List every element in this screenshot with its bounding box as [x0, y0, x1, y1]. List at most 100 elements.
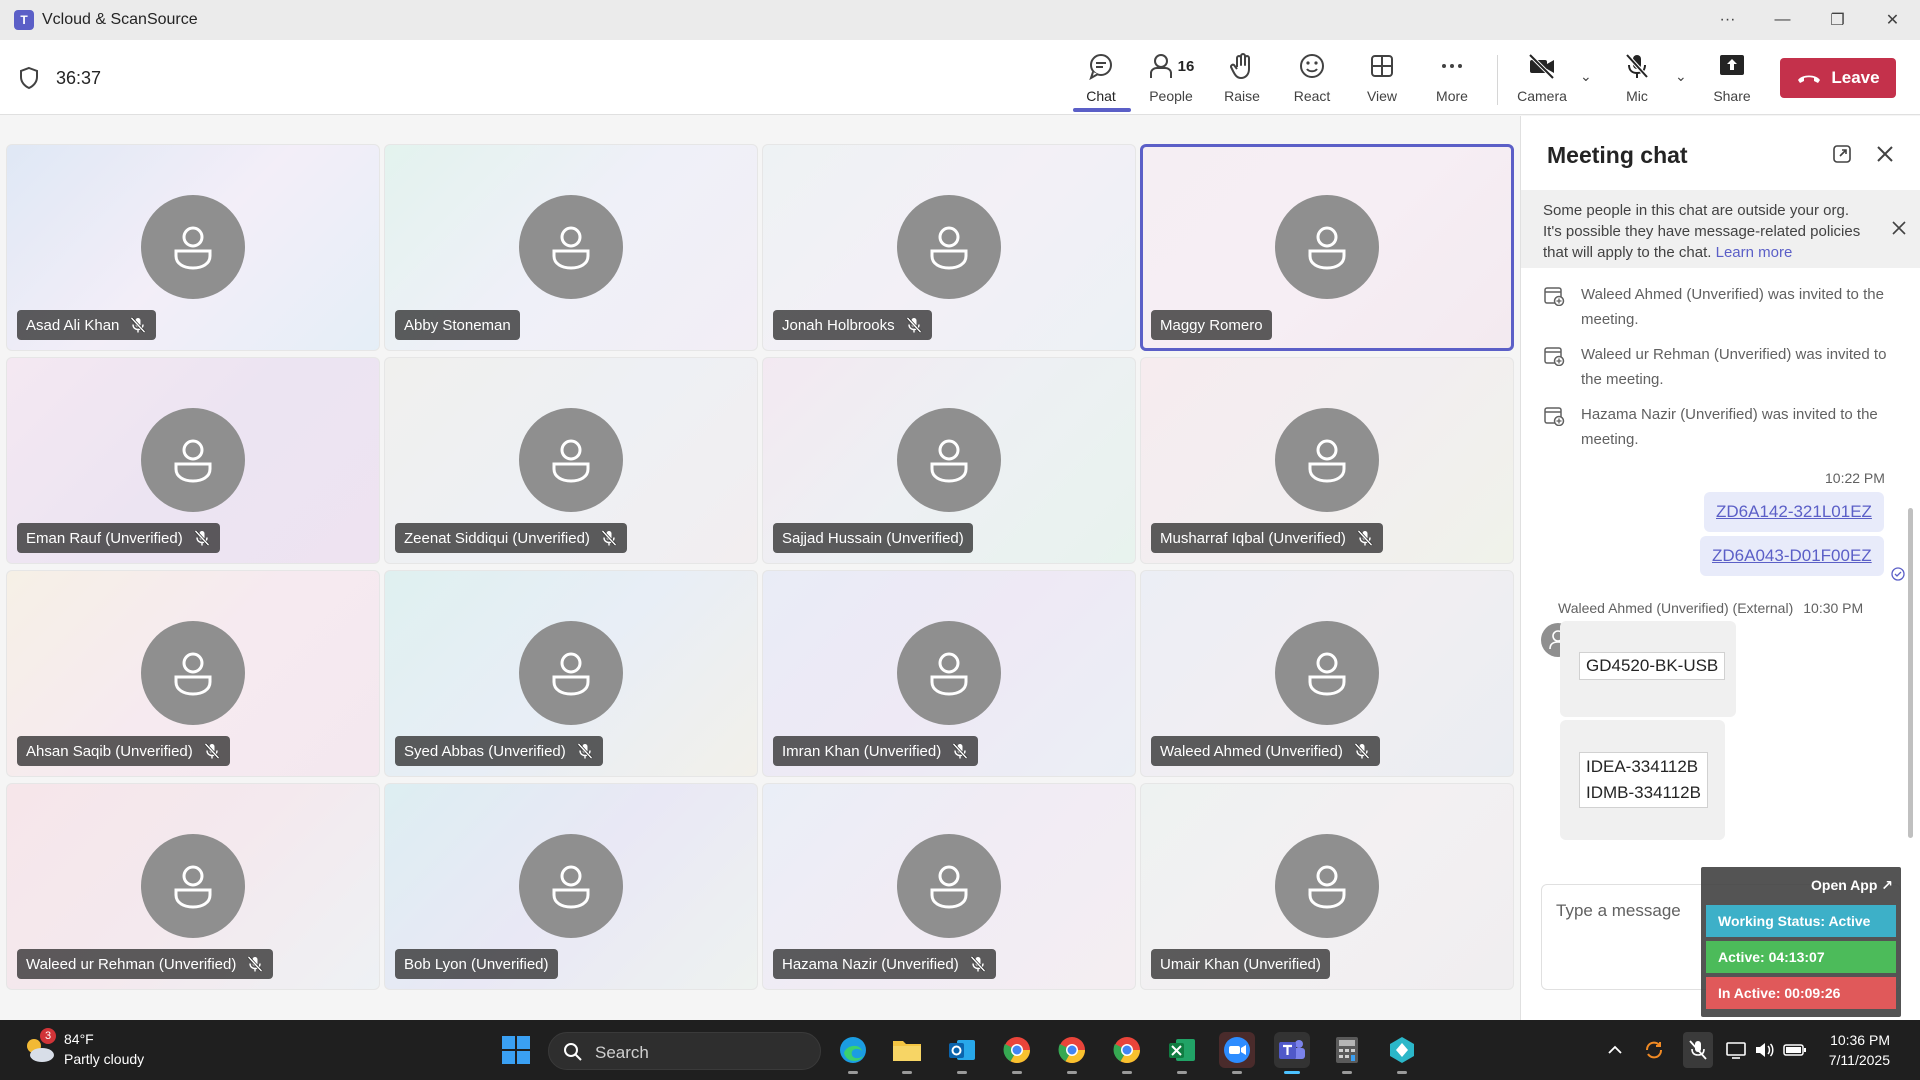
participant-tile[interactable]: Sajjad Hussain (Unverified)	[762, 357, 1136, 564]
chrome-app-2[interactable]	[1054, 1032, 1090, 1074]
avatar	[897, 195, 1001, 299]
camera-button[interactable]: Camera	[1510, 50, 1574, 110]
calendar-invite-icon	[1544, 407, 1565, 426]
my-message[interactable]: ZD6A142-321L01EZ	[1704, 492, 1884, 532]
working-status-row: Working Status: Active	[1706, 905, 1896, 937]
message-text: GD4520-BK-USB	[1579, 652, 1726, 680]
edge-icon	[840, 1037, 866, 1063]
person-icon	[552, 652, 590, 696]
participant-name-tag: Jonah Holbrooks	[773, 310, 932, 340]
participant-name: Jonah Holbrooks	[782, 316, 895, 334]
title-bar: T Vcloud & ScanSource ··· — ❐ ✕	[0, 0, 1920, 40]
taskbar-search[interactable]: Search	[548, 1032, 821, 1070]
system-message: Hazama Nazir (Unverified) was invited to…	[1543, 402, 1903, 452]
chrome-app-3[interactable]	[1109, 1032, 1145, 1074]
participant-name: Maggy Romero	[1160, 316, 1263, 334]
mic-label: Mic	[1626, 88, 1648, 104]
chrome-app-1[interactable]	[999, 1032, 1035, 1074]
camera-options-chevron-icon[interactable]: ⌄	[1580, 68, 1592, 85]
avatar	[1275, 834, 1379, 938]
chat-button[interactable]: Chat	[1069, 50, 1133, 110]
participant-tile[interactable]: Asad Ali Khan	[6, 144, 380, 351]
mic-options-chevron-icon[interactable]: ⌄	[1675, 68, 1687, 85]
minimize-button[interactable]: —	[1755, 0, 1810, 40]
person-icon	[174, 439, 212, 483]
react-button[interactable]: React	[1280, 50, 1344, 110]
weather-condition: Partly cloudy	[64, 1051, 145, 1067]
participant-tile[interactable]: Syed Abbas (Unverified)	[384, 570, 758, 777]
participant-name-tag: Abby Stoneman	[395, 310, 520, 340]
participant-tile[interactable]: Maggy Romero	[1140, 144, 1514, 351]
person-icon	[552, 865, 590, 909]
person-icon	[1308, 226, 1346, 270]
edge-app[interactable]	[835, 1032, 871, 1074]
participant-tile[interactable]: Abby Stoneman	[384, 144, 758, 351]
system-message-line: the meeting.	[1581, 371, 1664, 388]
windows-icon	[502, 1036, 530, 1064]
dismiss-notice-icon[interactable]	[1891, 220, 1907, 236]
learn-more-link[interactable]: Learn more	[1716, 244, 1793, 261]
person-icon	[930, 439, 968, 483]
window-title: Vcloud & ScanSource	[42, 11, 198, 28]
excel-icon	[1169, 1039, 1195, 1061]
participant-name-tag: Syed Abbas (Unverified)	[395, 736, 603, 766]
mic-muted-tray-icon[interactable]	[1683, 1032, 1713, 1068]
popout-icon[interactable]	[1832, 144, 1852, 164]
participant-name: Waleed Ahmed (Unverified)	[1160, 742, 1343, 760]
share-button[interactable]: Share	[1700, 50, 1764, 110]
participant-tile[interactable]: Umair Khan (Unverified)	[1140, 783, 1514, 990]
mic-muted-icon	[600, 529, 618, 547]
open-app-button[interactable]: Open App ↗	[1811, 877, 1893, 894]
participant-tile[interactable]: Ahsan Saqib (Unverified)	[6, 570, 380, 777]
participant-tile[interactable]: Bob Lyon (Unverified)	[384, 783, 758, 990]
maximize-button[interactable]: ❐	[1810, 0, 1865, 40]
people-icon	[1149, 54, 1172, 78]
avatar	[141, 408, 245, 512]
participant-tile[interactable]: Waleed Ahmed (Unverified)	[1140, 570, 1514, 777]
participant-tile[interactable]: Zeenat Siddiqui (Unverified)	[384, 357, 758, 564]
battery-icon[interactable]	[1783, 1038, 1807, 1062]
show-hidden-icons-chevron-icon[interactable]	[1603, 1038, 1627, 1062]
teams-app[interactable]	[1274, 1032, 1310, 1074]
avatar	[1275, 195, 1379, 299]
excel-app[interactable]	[1164, 1032, 1200, 1074]
file-explorer-app[interactable]	[889, 1032, 925, 1074]
raise-hand-button[interactable]: Raise	[1210, 50, 1274, 110]
outlook-icon	[949, 1040, 975, 1060]
participant-name-tag: Sajjad Hussain (Unverified)	[773, 523, 973, 553]
participant-tile[interactable]: Hazama Nazir (Unverified)	[762, 783, 1136, 990]
people-button[interactable]: 16 People	[1140, 50, 1202, 110]
my-message[interactable]: ZD6A043-D01F00EZ	[1700, 536, 1884, 576]
calculator-app[interactable]	[1329, 1032, 1365, 1074]
view-button[interactable]: View	[1350, 50, 1414, 110]
participant-tile[interactable]: Imran Khan (Unverified)	[762, 570, 1136, 777]
system-clock[interactable]: 10:36 PM 7/11/2025	[1829, 1030, 1890, 1070]
mic-button[interactable]: Mic	[1605, 50, 1669, 110]
participant-tile[interactable]: Jonah Holbrooks	[762, 144, 1136, 351]
leave-button[interactable]: Leave	[1780, 58, 1896, 98]
teams-icon	[1279, 1040, 1305, 1059]
participant-tile[interactable]: Eman Rauf (Unverified)	[6, 357, 380, 564]
weather-widget[interactable]: 3 84°F Partly cloudy	[22, 1028, 172, 1072]
close-chat-icon[interactable]	[1875, 144, 1895, 164]
more-options-icon[interactable]: ···	[1700, 0, 1755, 40]
avatar	[897, 834, 1001, 938]
close-window-button[interactable]: ✕	[1865, 0, 1920, 40]
more-button[interactable]: More	[1420, 50, 1484, 110]
participant-tile[interactable]: Waleed ur Rehman (Unverified)	[6, 783, 380, 990]
start-button[interactable]	[498, 1032, 534, 1068]
sync-icon[interactable]	[1642, 1038, 1666, 1062]
outlook-app[interactable]	[944, 1032, 980, 1074]
calendar-invite-icon	[1544, 287, 1565, 306]
zoom-app[interactable]	[1219, 1032, 1255, 1074]
mic-muted-icon	[576, 742, 594, 760]
volume-icon[interactable]	[1752, 1038, 1776, 1062]
calculator-icon	[1336, 1037, 1358, 1063]
generic-app[interactable]	[1384, 1032, 1420, 1074]
sender-name: Waleed Ahmed (Unverified) (External)	[1558, 600, 1794, 616]
mic-muted-icon	[246, 955, 264, 973]
chat-scrollbar[interactable]	[1908, 508, 1913, 838]
participant-tile[interactable]: Musharraf Iqbal (Unverified)	[1140, 357, 1514, 564]
camera-label: Camera	[1517, 88, 1567, 104]
network-icon[interactable]	[1724, 1038, 1748, 1062]
